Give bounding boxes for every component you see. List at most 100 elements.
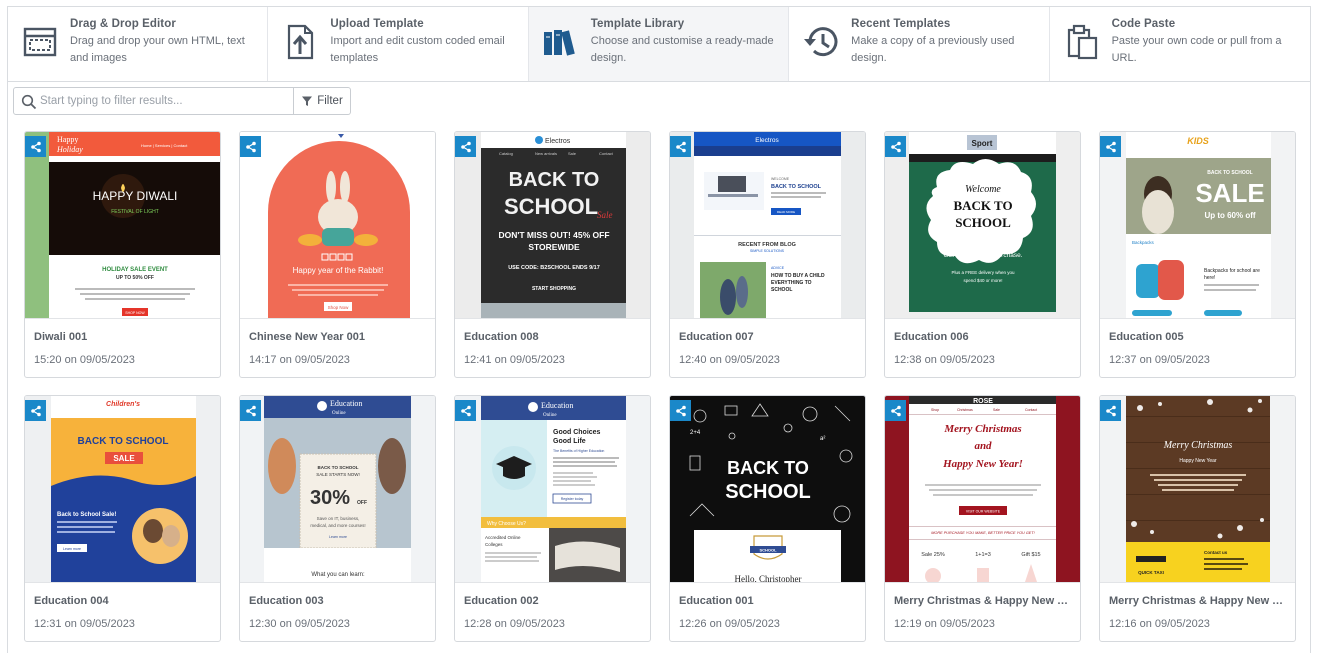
thumb-text: and: [974, 440, 992, 452]
thumb-text: KIDS: [1187, 136, 1209, 146]
share-icon[interactable]: [885, 136, 906, 157]
template-card[interactable]: 2+4 a² BACK TO SCHOOL SCHOOL Hello, Chri…: [669, 395, 866, 642]
option-template-library[interactable]: Template Library Choose and customise a …: [528, 7, 790, 81]
thumb-text: Sale: [993, 408, 1000, 412]
share-icon[interactable]: [670, 400, 691, 421]
template-source-options: Drag & Drop Editor Drag and drop your ow…: [8, 7, 1310, 82]
thumb-text: VISIT OUR WEBSITE: [966, 510, 1001, 514]
thumb-text: USE CODE: B2SCHOOL ENDS 9/17: [508, 265, 600, 271]
option-title: Template Library: [590, 18, 685, 30]
funnel-icon: [302, 96, 313, 106]
share-icon[interactable]: [1100, 400, 1121, 421]
option-title: Code Paste: [1111, 18, 1176, 30]
template-card[interactable]: Electros WELCOME BACK TO SCHOOL READ MOR…: [669, 131, 866, 378]
template-date: 15:20 on 09/05/2023: [34, 354, 135, 366]
option-drag-drop-editor[interactable]: Drag & Drop Editor Drag and drop your ow…: [8, 7, 269, 81]
template-thumbnail: 2+4 a² BACK TO SCHOOL SCHOOL Hello, Chri…: [670, 396, 865, 582]
filter-button[interactable]: Filter: [294, 87, 351, 115]
thumb-text: Happy New Year: [1179, 458, 1217, 464]
template-meta: Education 001 12:26 on 09/05/2023: [670, 582, 865, 641]
template-card[interactable]: Happy year of the Rabbit! Shop Now Chine…: [239, 131, 436, 378]
template-name: Education 001: [679, 595, 754, 607]
option-recent-templates[interactable]: Recent Templates Make a copy of a previo…: [789, 7, 1050, 81]
svg-text:2+4: 2+4: [690, 430, 701, 436]
template-card[interactable]: Electros Catalog New arrivals Sale Conta…: [454, 131, 651, 378]
share-icon[interactable]: [25, 136, 46, 157]
share-icon[interactable]: [885, 400, 906, 421]
thumb-text: FESTIVAL OF LIGHT: [111, 209, 159, 215]
share-icon[interactable]: [670, 136, 691, 157]
template-card[interactable]: Merry Christmas Happy New Year Contact u…: [1099, 395, 1296, 642]
template-card[interactable]: Education Online Good Choices Good Life …: [454, 395, 651, 642]
thumb-text: Learn more: [63, 547, 81, 551]
thumb-text: New arrivals: [535, 151, 557, 156]
option-title: Recent Templates: [851, 18, 951, 30]
template-name: Education 006: [894, 331, 969, 343]
template-card[interactable]: Sport Welcome BACK TO SCHOOL Get 20% off…: [884, 131, 1081, 378]
thumb-text: Backpacks: [1132, 240, 1155, 245]
thumb-text: Contact: [1025, 408, 1037, 412]
thumb-text: BACK TO SCHOOL: [1207, 170, 1252, 176]
share-icon[interactable]: [455, 136, 476, 157]
svg-text:HOW TO BUY A CHILD: HOW TO BUY A CHILD: [771, 273, 825, 279]
thumb-text: SCHOOL: [504, 194, 598, 219]
svg-text:SCHOOL: SCHOOL: [771, 287, 792, 293]
svg-text:EVERYTHING TO: EVERYTHING TO: [771, 280, 812, 286]
template-date: 12:28 on 09/05/2023: [464, 618, 565, 630]
share-icon[interactable]: [25, 400, 46, 421]
option-upload-template[interactable]: Upload Template Import and edit custom c…: [268, 7, 529, 81]
filter-input[interactable]: [40, 91, 290, 111]
template-thumbnail: Electros WELCOME BACK TO SCHOOL READ MOR…: [670, 132, 865, 318]
template-meta: Education 006 12:38 on 09/05/2023: [885, 318, 1080, 377]
template-name: Education 007: [679, 331, 754, 343]
template-card[interactable]: Happy Holiday Home | Services | Contact …: [24, 131, 221, 378]
template-name: Education 004: [34, 595, 109, 607]
template-name: Merry Christmas & Happy New Year 001: [1109, 595, 1287, 607]
thumb-text: Hello, Christopher: [735, 574, 802, 582]
thumb-text: Online: [332, 411, 346, 416]
template-date: 12:37 on 09/05/2023: [1109, 354, 1210, 366]
thumb-text: Electros: [545, 138, 571, 145]
template-card[interactable]: Children's BACK TO SCHOOL SALE Back to S…: [24, 395, 221, 642]
thumb-text: Sale: [568, 151, 577, 156]
template-date: 12:19 on 09/05/2023: [894, 618, 995, 630]
thumb-text: SCHOOL: [955, 215, 1011, 230]
thumb-text: Sport: [972, 139, 993, 148]
svg-text:Backpacks for school are: Backpacks for school are: [1204, 268, 1260, 274]
thumb-text: BACK TO SCHOOL: [771, 184, 822, 190]
template-meta: Education 007 12:40 on 09/05/2023: [670, 318, 865, 377]
template-card[interactable]: ROSE Shop Christmas Sale Contact Merry C…: [884, 395, 1081, 642]
search-box: [13, 87, 294, 115]
thumb-text: Happy New Year!: [942, 458, 1023, 470]
share-icon[interactable]: [1100, 136, 1121, 157]
thumb-text: Happy year of the Rabbit!: [293, 266, 384, 275]
template-date: 14:17 on 09/05/2023: [249, 354, 350, 366]
template-meta: Education 003 12:30 on 09/05/2023: [240, 582, 435, 641]
template-meta: Education 005 12:37 on 09/05/2023: [1100, 318, 1295, 377]
template-date: 12:38 on 09/05/2023: [894, 354, 995, 366]
option-code-paste[interactable]: Code Paste Paste your own code or pull f…: [1050, 7, 1310, 81]
thumb-text: Sale 25%: [921, 552, 945, 558]
thumb-text: SALE: [113, 454, 135, 463]
template-thumbnail: Merry Christmas Happy New Year Contact u…: [1100, 396, 1295, 582]
thumb-text: Contact: [599, 151, 614, 156]
template-card[interactable]: Education Online BACK TO SCHOOL SALE STA…: [239, 395, 436, 642]
thumb-text: STOREWIDE: [528, 242, 580, 252]
template-thumbnail: Education Online Good Choices Good Life …: [455, 396, 650, 582]
thumb-text: Merry Christmas: [943, 423, 1021, 435]
svg-text:spend $40 or more!: spend $40 or more!: [963, 278, 1002, 283]
thumb-text: QUICK TAXI: [1138, 570, 1164, 575]
option-title: Drag & Drop Editor: [70, 18, 176, 30]
thumb-text: BACK TO: [727, 458, 809, 478]
template-thumbnail: Education Online BACK TO SCHOOL SALE STA…: [240, 396, 435, 582]
share-icon[interactable]: [455, 400, 476, 421]
thumb-text: 30%: [310, 487, 350, 509]
thumb-text: Good Life: [553, 438, 586, 445]
thumb-text: BACK TO SCHOOL: [318, 465, 359, 470]
share-icon[interactable]: [240, 400, 261, 421]
template-name: Education 008: [464, 331, 539, 343]
share-icon[interactable]: [240, 136, 261, 157]
thumb-text: Education: [330, 399, 362, 408]
template-meta: Education 008 12:41 on 09/05/2023: [455, 318, 650, 377]
template-card[interactable]: KIDS BACK TO SCHOOL SALE Up to 60% off B…: [1099, 131, 1296, 378]
